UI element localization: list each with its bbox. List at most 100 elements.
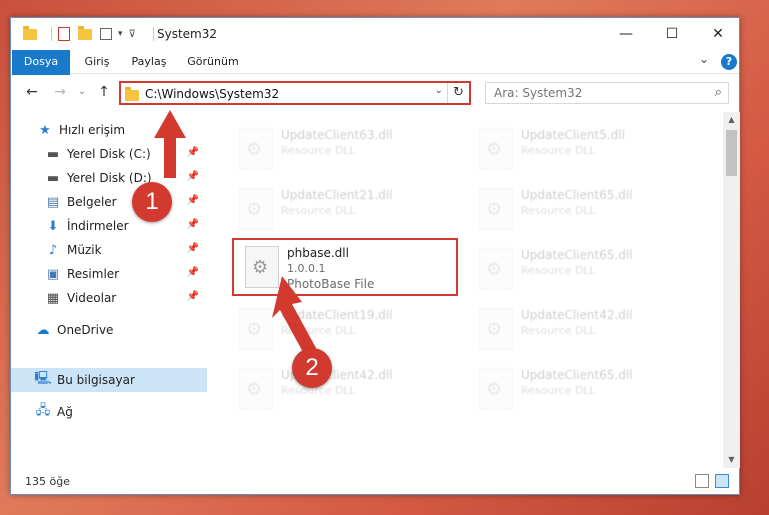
- address-content: C:\Windows\System32: [125, 85, 279, 103]
- close-button[interactable]: ✕: [695, 18, 741, 50]
- file-type: Resource DLL: [521, 204, 596, 217]
- list-item[interactable]: UpdateClient65.dll Resource DLL: [473, 182, 693, 238]
- quick-access-toolbar: ▾ ⊽: [23, 25, 136, 43]
- customize-icon[interactable]: [100, 28, 112, 40]
- navigation-pane: ★ Hızlı erişim ▬ Yerel Disk (C:) 📌 ▬ Yer…: [11, 112, 207, 468]
- pin-icon: 📌: [186, 195, 199, 206]
- search-box[interactable]: ⌕: [485, 82, 729, 104]
- sidebar-item-network[interactable]: 🖧 Ağ: [11, 400, 207, 424]
- minimize-button[interactable]: —: [603, 18, 649, 50]
- title-bar: ▾ ⊽ System32 — ☐ ✕: [11, 18, 739, 50]
- file-name: UpdateClient42.dll: [521, 308, 633, 322]
- navigation-bar: ← → ⌄ ↑ C:\Windows\System32 ⌄ ↻ ⌕: [11, 75, 739, 111]
- sidebar-item-label: Hızlı erişim: [59, 123, 126, 137]
- step-marker-2: 2: [292, 348, 332, 388]
- list-item[interactable]: UpdateClient63.dll Resource DLL: [233, 122, 453, 178]
- properties-icon[interactable]: [58, 27, 70, 41]
- sidebar-item-onedrive[interactable]: ☁ OneDrive: [11, 318, 207, 342]
- picture-icon: ▣: [46, 266, 60, 282]
- dll-file-icon: [239, 188, 273, 230]
- tab-share[interactable]: Paylaş: [123, 50, 175, 74]
- list-item[interactable]: UpdateClient65.dll Resource DLL: [473, 242, 693, 298]
- sidebar-item-local-disk-c[interactable]: ▬ Yerel Disk (C:) 📌: [11, 142, 207, 166]
- pin-icon: 📌: [186, 291, 199, 302]
- file-type: Resource DLL: [521, 144, 596, 157]
- qa-customize-icon[interactable]: ⊽: [129, 29, 136, 40]
- list-item[interactable]: UpdateClient19.dll Resource DLL: [233, 302, 453, 358]
- dll-file-icon: [479, 128, 513, 170]
- ribbon-expand-icon[interactable]: ⌄: [699, 52, 709, 66]
- up-button[interactable]: ↑: [95, 83, 113, 101]
- sidebar-item-quick-access[interactable]: ★ Hızlı erişim: [11, 118, 207, 142]
- sidebar-item-label: OneDrive: [57, 323, 114, 337]
- dll-file-icon: [479, 368, 513, 410]
- list-item[interactable]: UpdateClient21.dll Resource DLL: [233, 182, 453, 238]
- sidebar-item-label: Yerel Disk (D:): [67, 171, 152, 185]
- new-folder-icon[interactable]: [78, 26, 94, 41]
- status-bar: 135 öğe: [11, 470, 739, 494]
- sidebar-item-label: Müzik: [67, 243, 102, 257]
- ribbon-tabs: Dosya Giriş Paylaş Görünüm ⌄ ?: [11, 50, 739, 106]
- file-type: Resource DLL: [521, 324, 596, 337]
- maximize-button[interactable]: ☐: [649, 18, 695, 50]
- network-icon: 🖧: [35, 403, 51, 418]
- sidebar-item-label: İndirmeler: [67, 219, 129, 233]
- window-title: System32: [157, 27, 218, 41]
- download-icon: ⬇: [47, 218, 59, 234]
- sidebar-item-videos[interactable]: ▦ Videolar 📌: [11, 286, 207, 310]
- file-name: UpdateClient65.dll: [521, 368, 633, 382]
- forward-button[interactable]: →: [51, 83, 69, 101]
- scroll-up-icon[interactable]: ▲: [723, 112, 740, 128]
- address-dropdown-icon[interactable]: ⌄: [435, 85, 443, 96]
- pin-icon: 📌: [186, 243, 199, 254]
- sidebar-item-local-disk-d[interactable]: ▬ Yerel Disk (D:) 📌: [11, 166, 207, 190]
- music-icon: ♪: [48, 242, 58, 258]
- search-icon[interactable]: ⌕: [715, 85, 722, 100]
- pin-icon: 📌: [186, 171, 199, 182]
- file-type: Resource DLL: [281, 144, 356, 157]
- sidebar-item-label: Yerel Disk (C:): [67, 147, 151, 161]
- file-name: UpdateClient63.dll: [281, 128, 393, 142]
- tab-home[interactable]: Giriş: [77, 50, 117, 74]
- sidebar-item-label: Resimler: [67, 267, 120, 281]
- sidebar-item-label: Belgeler: [67, 195, 117, 209]
- back-button[interactable]: ←: [23, 83, 41, 101]
- qa-dropdown-icon[interactable]: ▾: [118, 29, 123, 39]
- sidebar-item-documents[interactable]: ▤ Belgeler 📌: [11, 190, 207, 214]
- dll-file-icon: [479, 188, 513, 230]
- step-marker-1: 1: [132, 182, 172, 222]
- list-item[interactable]: UpdateClient42.dll Resource DLL: [233, 362, 453, 418]
- sidebar-item-pictures[interactable]: ▣ Resimler 📌: [11, 262, 207, 286]
- pin-icon: 📌: [186, 219, 199, 230]
- list-item[interactable]: UpdateClient65.dll Resource DLL: [473, 362, 693, 418]
- sidebar-item-label: Bu bilgisayar: [57, 373, 135, 387]
- search-input[interactable]: [486, 83, 696, 103]
- dll-file-icon: [479, 308, 513, 350]
- tab-view[interactable]: Görünüm: [181, 50, 245, 74]
- dll-file-icon: [239, 128, 273, 170]
- sidebar-item-music[interactable]: ♪ Müzik 📌: [11, 238, 207, 262]
- dll-file-icon: [479, 248, 513, 290]
- address-path[interactable]: C:\Windows\System32: [145, 87, 279, 101]
- list-item[interactable]: UpdateClient42.dll Resource DLL: [473, 302, 693, 358]
- star-icon: ★: [39, 122, 51, 138]
- scroll-thumb[interactable]: [726, 130, 737, 176]
- scroll-down-icon[interactable]: ▼: [723, 452, 740, 468]
- large-icons-view-button[interactable]: [715, 474, 729, 488]
- vertical-scrollbar[interactable]: ▲ ▼: [723, 112, 740, 468]
- list-item[interactable]: UpdateClient5.dll Resource DLL: [473, 122, 693, 178]
- refresh-button[interactable]: ↻: [447, 83, 469, 103]
- sidebar-item-label: Videolar: [67, 291, 117, 305]
- sidebar-item-downloads[interactable]: ⬇ İndirmeler 📌: [11, 214, 207, 238]
- file-type: Resource DLL: [521, 264, 596, 277]
- pin-icon: 📌: [186, 267, 199, 278]
- drive-icon: ▬: [46, 170, 60, 186]
- recent-locations-button[interactable]: ⌄: [73, 83, 91, 101]
- help-icon[interactable]: ?: [721, 54, 737, 70]
- sidebar-item-this-pc[interactable]: 🖳 Bu bilgisayar: [11, 368, 207, 392]
- details-view-button[interactable]: [695, 474, 709, 488]
- file-type: Resource DLL: [281, 204, 356, 217]
- dll-file-icon: [239, 308, 273, 350]
- folder-icon: [23, 26, 39, 41]
- address-bar[interactable]: C:\Windows\System32 ⌄ ↻: [119, 81, 471, 105]
